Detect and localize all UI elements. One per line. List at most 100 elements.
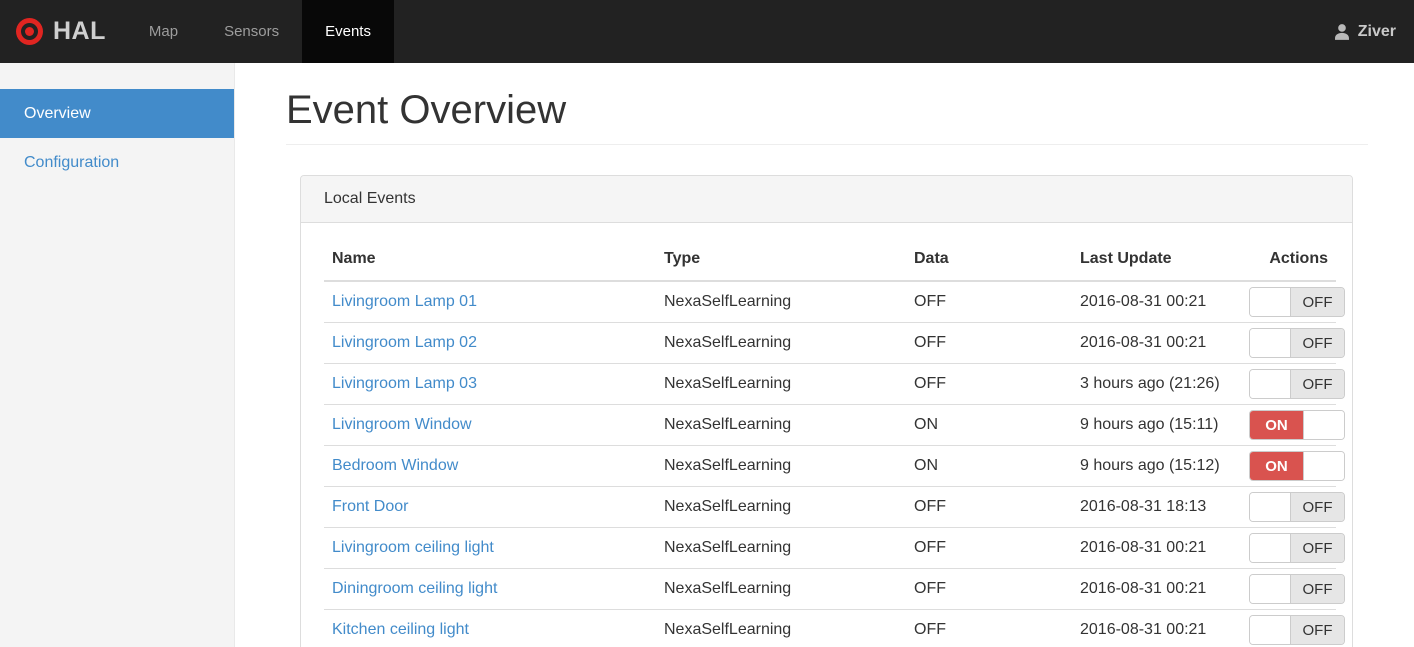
cell-last-update: 2016-08-31 00:21 [1072, 527, 1241, 569]
cell-data: OFF [906, 281, 1072, 323]
cell-type: NexaSelfLearning [656, 568, 906, 610]
column-header-type: Type [656, 238, 906, 282]
cell-type: NexaSelfLearning [656, 404, 906, 446]
cell-data: OFF [906, 322, 1072, 364]
sidebar-item-overview[interactable]: Overview [0, 89, 234, 138]
toggle-handle [1250, 370, 1291, 398]
sidebar-item-configuration[interactable]: Configuration [0, 138, 234, 187]
toggle-handle [1250, 575, 1291, 603]
page-title: Event Overview [286, 88, 567, 132]
cell-type: NexaSelfLearning [656, 322, 906, 364]
cell-name: Livingroom Lamp 01 [324, 281, 656, 323]
toggle-switch[interactable]: OFF [1249, 615, 1345, 645]
cell-data: OFF [906, 527, 1072, 569]
cell-last-update: 2016-08-31 00:21 [1072, 609, 1241, 647]
cell-actions: OFF [1241, 527, 1345, 569]
cell-type: NexaSelfLearning [656, 445, 906, 487]
cell-last-update: 2016-08-31 18:13 [1072, 486, 1241, 528]
column-header-name: Name [324, 238, 656, 282]
cell-name: Bedroom Window [324, 445, 656, 487]
toggle-state-label: OFF [1291, 288, 1344, 316]
nav-item-sensors[interactable]: Sensors [201, 0, 302, 63]
cell-actions: OFF [1241, 281, 1345, 323]
nav-item-map[interactable]: Map [126, 0, 201, 63]
toggle-state-label: OFF [1291, 534, 1344, 562]
cell-last-update: 9 hours ago (15:11) [1072, 404, 1241, 446]
brand[interactable]: HAL [0, 0, 126, 63]
cell-name: Livingroom Lamp 02 [324, 322, 656, 364]
local-events-panel: Local Events Name Type Data Last Update … [300, 175, 1353, 647]
nav-item-events[interactable]: Events [302, 0, 394, 63]
person-icon [1334, 23, 1349, 40]
page-header: Event Overview [286, 88, 1368, 145]
toggle-state-label: ON [1250, 452, 1303, 480]
toggle-switch[interactable]: OFF [1249, 574, 1345, 604]
cell-last-update: 2016-08-31 00:21 [1072, 281, 1241, 323]
toggle-switch[interactable]: ON [1249, 410, 1345, 440]
toggle-handle [1250, 534, 1291, 562]
main-nav: Map Sensors Events [126, 0, 394, 63]
toggle-state-label: OFF [1291, 493, 1344, 521]
toggle-handle [1250, 288, 1291, 316]
event-name-link[interactable]: Kitchen ceiling light [332, 621, 469, 638]
cell-actions: OFF [1241, 609, 1345, 647]
toggle-state-label: OFF [1291, 575, 1344, 603]
events-table: Name Type Data Last Update Actions Livin… [324, 238, 1345, 647]
cell-actions: OFF [1241, 363, 1345, 405]
brand-label: HAL [53, 17, 106, 45]
cell-data: OFF [906, 568, 1072, 610]
event-name-link[interactable]: Livingroom Lamp 02 [332, 334, 477, 351]
main-content: Event Overview Local Events Name Type Da… [235, 63, 1414, 647]
event-name-link[interactable]: Diningroom ceiling light [332, 580, 497, 597]
sidebar: Overview Configuration [0, 63, 235, 647]
event-name-link[interactable]: Front Door [332, 498, 408, 515]
panel-title: Local Events [301, 176, 1352, 223]
cell-last-update: 2016-08-31 00:21 [1072, 568, 1241, 610]
column-header-data: Data [906, 238, 1072, 282]
column-header-last-update: Last Update [1072, 238, 1241, 282]
column-header-actions: Actions [1241, 238, 1336, 282]
top-navbar: HAL Map Sensors Events Ziver [0, 0, 1414, 63]
target-icon [16, 18, 43, 45]
user-name: Ziver [1357, 22, 1396, 40]
cell-actions: OFF [1241, 486, 1345, 528]
toggle-handle [1303, 411, 1344, 439]
table-row: Livingroom Window NexaSelfLearning ON 9 … [324, 404, 1345, 446]
cell-actions: OFF [1241, 568, 1345, 610]
table-row: Front Door NexaSelfLearning OFF 2016-08-… [324, 486, 1345, 528]
cell-name: Kitchen ceiling light [324, 609, 656, 647]
user-menu[interactable]: Ziver [1333, 0, 1414, 63]
table-row: Bedroom Window NexaSelfLearning ON 9 hou… [324, 445, 1345, 487]
toggle-state-label: ON [1250, 411, 1303, 439]
cell-actions: OFF [1241, 322, 1345, 364]
toggle-handle [1250, 616, 1291, 644]
cell-type: NexaSelfLearning [656, 281, 906, 323]
toggle-switch[interactable]: OFF [1249, 287, 1345, 317]
cell-last-update: 9 hours ago (15:12) [1072, 445, 1241, 487]
toggle-state-label: OFF [1291, 616, 1344, 644]
cell-name: Diningroom ceiling light [324, 568, 656, 610]
toggle-switch[interactable]: ON [1249, 451, 1345, 481]
event-name-link[interactable]: Livingroom ceiling light [332, 539, 494, 556]
toggle-switch[interactable]: OFF [1249, 533, 1345, 563]
table-row: Kitchen ceiling light NexaSelfLearning O… [324, 609, 1345, 647]
event-name-link[interactable]: Livingroom Lamp 01 [332, 293, 477, 310]
event-name-link[interactable]: Livingroom Lamp 03 [332, 375, 477, 392]
toggle-state-label: OFF [1291, 329, 1344, 357]
toggle-switch[interactable]: OFF [1249, 369, 1345, 399]
events-table-body: Livingroom Lamp 01 NexaSelfLearning OFF … [324, 281, 1345, 647]
toggle-switch[interactable]: OFF [1249, 492, 1345, 522]
cell-data: ON [906, 404, 1072, 446]
cell-last-update: 2016-08-31 00:21 [1072, 322, 1241, 364]
cell-actions: ON [1241, 404, 1345, 446]
toggle-switch[interactable]: OFF [1249, 328, 1345, 358]
cell-data: OFF [906, 486, 1072, 528]
cell-data: ON [906, 445, 1072, 487]
cell-name: Livingroom Lamp 03 [324, 363, 656, 405]
event-name-link[interactable]: Livingroom Window [332, 416, 472, 433]
cell-data: OFF [906, 609, 1072, 647]
table-row: Diningroom ceiling light NexaSelfLearnin… [324, 568, 1345, 610]
event-name-link[interactable]: Bedroom Window [332, 457, 458, 474]
table-row: Livingroom ceiling light NexaSelfLearnin… [324, 527, 1345, 569]
cell-type: NexaSelfLearning [656, 527, 906, 569]
